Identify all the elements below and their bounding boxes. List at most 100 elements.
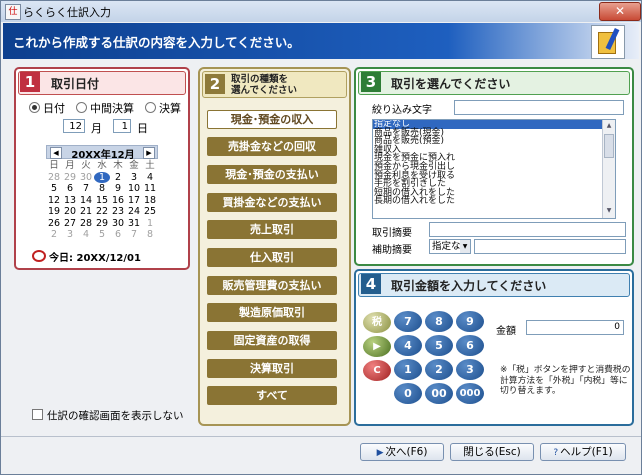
type-sga-payment-button[interactable]: 販売管理費の支払い xyxy=(207,276,337,295)
calendar-day[interactable]: 3 xyxy=(62,229,78,241)
scroll-up-icon[interactable]: ▲ xyxy=(604,121,614,131)
calendar-day[interactable]: 10 xyxy=(126,183,142,195)
key-2[interactable]: 2 xyxy=(425,359,453,380)
prev-month-icon[interactable]: ◀ xyxy=(50,147,62,159)
title-bar[interactable]: 仕 らくらく仕訳入力 ✕ xyxy=(1,1,641,22)
tax-key[interactable]: 税 xyxy=(363,312,391,333)
calendar-day[interactable]: 29 xyxy=(62,172,78,184)
radio-settlement[interactable]: 決算 xyxy=(145,100,181,116)
calendar-day[interactable]: 18 xyxy=(142,195,158,207)
next-button[interactable]: ▶ 次へ(F6) xyxy=(360,443,444,461)
type-purchase-button[interactable]: 仕入取引 xyxy=(207,248,337,267)
calendar-day[interactable]: 4 xyxy=(78,229,94,241)
calendar-day[interactable]: 2 xyxy=(46,229,62,241)
key-000[interactable]: 000 xyxy=(456,383,484,404)
calendar-day[interactable]: 21 xyxy=(78,206,94,218)
month-input[interactable]: 12 xyxy=(63,119,85,133)
calendar-day[interactable]: 31 xyxy=(126,218,142,230)
calendar-day[interactable]: 26 xyxy=(46,218,62,230)
key-1[interactable]: 1 xyxy=(394,359,422,380)
skip-confirm-checkbox[interactable]: 仕訳の確認画面を表示しない xyxy=(32,408,184,423)
calendar-day[interactable]: 15 xyxy=(94,195,110,207)
calendar-day[interactable]: 1 xyxy=(142,218,158,230)
calendar-day[interactable]: 28 xyxy=(78,218,94,230)
type-payable-payment-button[interactable]: 買掛金などの支払い xyxy=(207,193,337,212)
close-button[interactable]: 閉じる(Esc) xyxy=(450,443,534,461)
radio-interim-settlement[interactable]: 中間決算 xyxy=(76,100,134,116)
calendar-day[interactable]: 5 xyxy=(94,229,110,241)
scroll-down-icon[interactable]: ▼ xyxy=(604,206,614,216)
type-cash-deposit-payment-button[interactable]: 現金･預金の支払い xyxy=(207,165,337,184)
panel4-header: 4 取引金額を入力してください xyxy=(358,273,630,297)
aux-summary-input[interactable] xyxy=(474,239,626,254)
chevron-down-icon[interactable]: ▼ xyxy=(460,240,470,253)
type-sales-button[interactable]: 売上取引 xyxy=(207,220,337,239)
calendar-day[interactable]: 8 xyxy=(94,183,110,195)
weekday-label: 木 xyxy=(113,160,123,171)
calendar-day[interactable]: 24 xyxy=(126,206,142,218)
today-link[interactable]: 今日: 20XX/12/01 xyxy=(32,249,141,264)
checkbox-box[interactable] xyxy=(32,409,43,420)
calendar-day[interactable]: 27 xyxy=(62,218,78,230)
list-item[interactable]: 長期の借入れをした xyxy=(373,197,615,206)
calendar-day[interactable]: 6 xyxy=(110,229,126,241)
calendar-day[interactable]: 25 xyxy=(142,206,158,218)
calendar-day[interactable]: 1 xyxy=(94,171,110,183)
calendar-day[interactable]: 8 xyxy=(142,229,158,241)
calendar-day[interactable]: 17 xyxy=(126,195,142,207)
calendar-day[interactable]: 30 xyxy=(110,218,126,230)
amount-label: 金額 xyxy=(496,326,516,337)
calendar-day[interactable]: 3 xyxy=(126,172,142,184)
calendar-day[interactable]: 13 xyxy=(62,195,78,207)
type-receivable-collection-button[interactable]: 売掛金などの回収 xyxy=(207,137,337,156)
calendar-day[interactable]: 6 xyxy=(62,183,78,195)
calendar-day[interactable]: 16 xyxy=(110,195,126,207)
key-9[interactable]: 9 xyxy=(456,311,484,332)
calendar-day[interactable]: 7 xyxy=(78,183,94,195)
radio-date[interactable]: 日付 xyxy=(29,100,65,116)
calendar-day[interactable]: 12 xyxy=(46,195,62,207)
calendar-day[interactable]: 23 xyxy=(110,206,126,218)
key-7[interactable]: 7 xyxy=(394,311,422,332)
type-settlement-button[interactable]: 決算取引 xyxy=(207,359,337,378)
type-cash-deposit-income-button[interactable]: 現金･預金の収入 xyxy=(207,110,337,129)
key-00[interactable]: 00 xyxy=(425,383,453,404)
key-5[interactable]: 5 xyxy=(425,335,453,356)
calendar-day[interactable]: 14 xyxy=(78,195,94,207)
transaction-listbox[interactable]: 指定なし 商品を販売(現金) 商品を販売(預金) 雑収入 現金を預金に預入れ 預金から現金… xyxy=(372,119,616,219)
filter-input[interactable] xyxy=(454,100,624,115)
calendar-day[interactable]: 11 xyxy=(142,183,158,195)
calendar-day[interactable]: 19 xyxy=(46,206,62,218)
key-3[interactable]: 3 xyxy=(456,359,484,380)
calendar-day[interactable]: 7 xyxy=(126,229,142,241)
help-button[interactable]: ? ヘルプ(F1) xyxy=(540,443,626,461)
calendar-day[interactable]: 4 xyxy=(142,172,158,184)
day-input[interactable]: 1 xyxy=(113,119,131,133)
calendar-day[interactable]: 28 xyxy=(46,172,62,184)
calendar-day[interactable]: 5 xyxy=(46,183,62,195)
next-month-icon[interactable]: ▶ xyxy=(143,147,155,159)
clear-key[interactable]: C xyxy=(363,360,391,381)
type-all-button[interactable]: すべて xyxy=(207,386,337,405)
key-6[interactable]: 6 xyxy=(456,335,484,356)
close-window-button[interactable]: ✕ xyxy=(599,2,641,21)
aux-summary-select[interactable]: 指定な ▼ xyxy=(429,239,471,254)
list-item[interactable]: 商品を販売(預金) xyxy=(373,137,615,146)
key-4[interactable]: 4 xyxy=(394,335,422,356)
type-manufacturing-cost-button[interactable]: 製造原価取引 xyxy=(207,303,337,322)
calendar-day[interactable]: 22 xyxy=(94,206,110,218)
key-0[interactable]: 0 xyxy=(394,383,422,404)
calendar-day[interactable]: 30 xyxy=(78,172,94,184)
scroll-thumb[interactable] xyxy=(604,134,614,158)
summary-input[interactable] xyxy=(429,222,626,237)
calendar-day[interactable]: 20 xyxy=(62,206,78,218)
calendar-day[interactable]: 2 xyxy=(110,172,126,184)
enter-arrow-key[interactable]: ▶ xyxy=(363,336,391,357)
list-scrollbar[interactable]: ▲ ▼ xyxy=(602,120,615,218)
instruction-banner: これから作成する仕訳の内容を入力してください。 xyxy=(3,23,639,59)
amount-input[interactable]: 0 xyxy=(526,320,624,335)
type-fixed-asset-button[interactable]: 固定資産の取得 xyxy=(207,331,337,350)
calendar-day[interactable]: 29 xyxy=(94,218,110,230)
key-8[interactable]: 8 xyxy=(425,311,453,332)
calendar-day[interactable]: 9 xyxy=(110,183,126,195)
